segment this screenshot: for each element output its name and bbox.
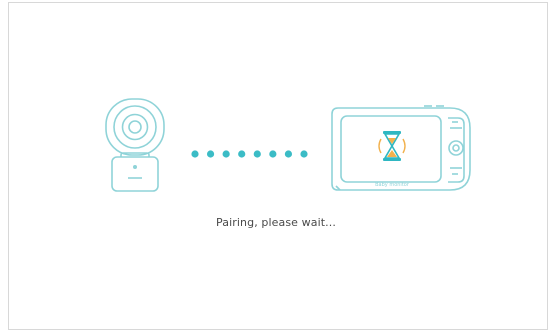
pairing-dot <box>206 150 215 158</box>
pairing-dot <box>269 150 277 158</box>
pairing-dots <box>191 150 308 158</box>
pairing-dot <box>300 150 308 158</box>
monitor-screen-label: Baby monitor <box>375 182 410 188</box>
pairing-status-text: Pairing, please wait... <box>216 216 336 229</box>
pairing-dot <box>253 150 261 158</box>
pairing-dot <box>284 150 293 158</box>
pairing-dot <box>191 150 199 158</box>
parent-monitor-icon <box>331 105 471 191</box>
baby-camera-icon <box>105 98 165 192</box>
pairing-dot <box>222 150 230 158</box>
pairing-dot <box>238 150 246 158</box>
pairing-illustration: Baby monitor <box>105 98 471 192</box>
